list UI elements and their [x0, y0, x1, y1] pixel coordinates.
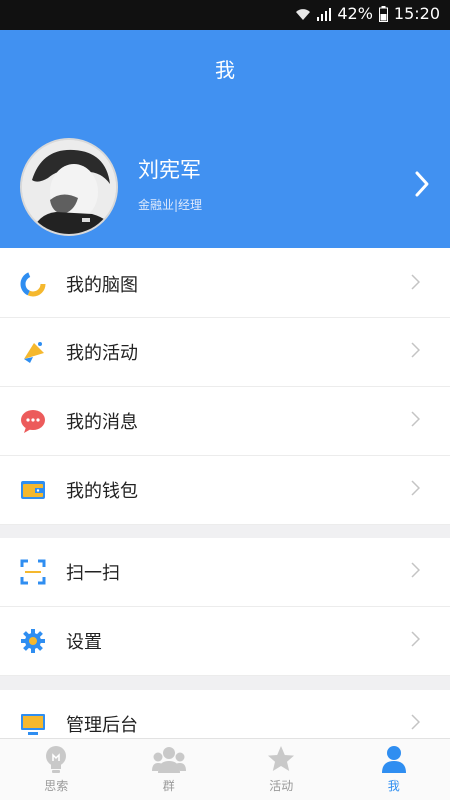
menu-item-mindmap[interactable]: 我的脑图 [0, 248, 450, 318]
scan-icon [20, 559, 46, 585]
menu-section-admin: 管理后台 [0, 690, 450, 738]
chevron-right-icon [411, 562, 421, 582]
menu-item-label: 设置 [66, 632, 102, 653]
tab-activities[interactable]: 活动 [225, 739, 338, 800]
tab-group[interactable]: 群 [113, 739, 226, 800]
star-icon [267, 745, 295, 777]
profile-subtitle: 金融业|经理 [138, 198, 203, 212]
tab-label: 思索 [44, 779, 69, 793]
menu-item-settings[interactable]: 设置 [0, 607, 450, 676]
wallet-icon [20, 477, 46, 503]
gear-icon [20, 628, 46, 654]
page-title: 我 [215, 58, 235, 82]
chevron-right-icon [411, 714, 421, 734]
chevron-right-icon [411, 411, 421, 431]
battery-icon [378, 5, 388, 22]
wifi-icon [295, 7, 311, 21]
menu-item-messages[interactable]: 我的消息 [0, 387, 450, 456]
megaphone-icon [20, 339, 46, 365]
menu-section-personal: 我的脑图 我的活动 我的消息 我的钱包 [0, 248, 450, 525]
tab-label: 群 [162, 779, 175, 793]
battery-percent: 42% [337, 4, 373, 23]
profile-header: 我 刘宪军 金融业|经理 [0, 30, 450, 270]
bottom-tab-bar: 思索 群 活动 我 [0, 738, 450, 800]
menu-item-activities[interactable]: 我的活动 [0, 318, 450, 387]
profile-name: 刘宪军 [138, 158, 201, 182]
menu-item-label: 管理后台 [66, 715, 138, 736]
chevron-right-icon [411, 274, 421, 294]
user-icon [381, 745, 407, 777]
chevron-right-icon[interactable] [414, 170, 430, 202]
clock: 15:20 [393, 4, 440, 23]
menu-section-tools: 扫一扫 设置 [0, 538, 450, 676]
menu-item-admin[interactable]: 管理后台 [0, 690, 450, 738]
lightbulb-icon [43, 745, 69, 779]
tab-me[interactable]: 我 [338, 739, 450, 800]
avatar[interactable] [20, 138, 118, 236]
status-bar: 42% 15:20 [0, 0, 450, 30]
menu-item-label: 我的消息 [66, 412, 138, 433]
monitor-icon [20, 711, 46, 737]
chevron-right-icon [411, 480, 421, 500]
group-icon [151, 745, 186, 779]
chevron-right-icon [411, 631, 421, 651]
menu-item-label: 我的活动 [66, 343, 138, 364]
menu-item-wallet[interactable]: 我的钱包 [0, 456, 450, 525]
chevron-right-icon [411, 342, 421, 362]
menu-item-label: 我的脑图 [66, 275, 138, 296]
menu-item-scan[interactable]: 扫一扫 [0, 538, 450, 607]
signal-icon [317, 7, 332, 21]
message-icon [20, 408, 46, 434]
menu-item-label: 扫一扫 [66, 563, 120, 584]
mindmap-icon [20, 271, 46, 297]
tab-thinking[interactable]: 思索 [0, 739, 113, 800]
tab-label: 我 [387, 779, 400, 793]
menu-item-label: 我的钱包 [66, 481, 138, 502]
tab-label: 活动 [269, 779, 294, 793]
